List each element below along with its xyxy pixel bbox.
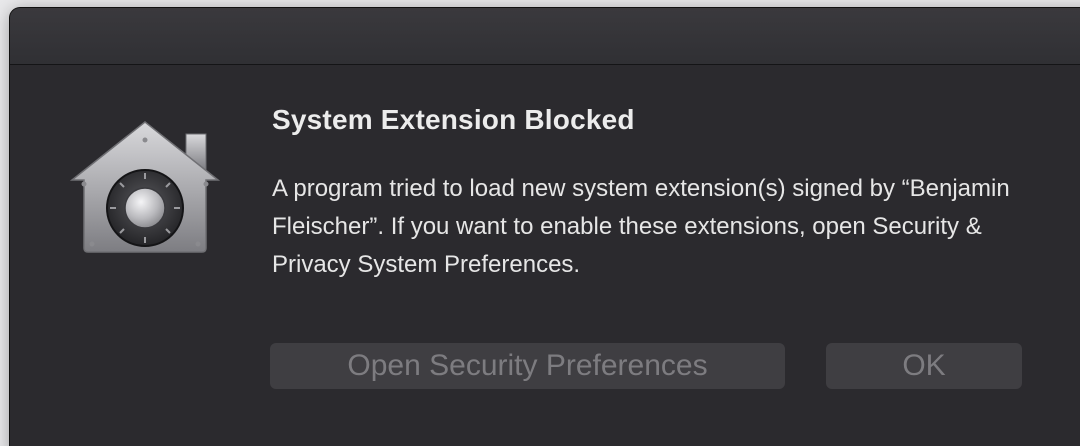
screen: System Extension Blocked A program tried… xyxy=(0,0,1080,446)
dialog-titlebar xyxy=(10,8,1080,65)
ok-button[interactable]: OK xyxy=(826,343,1022,389)
security-lock-house-icon-svg xyxy=(69,121,221,253)
security-lock-house-icon xyxy=(69,110,221,260)
open-security-preferences-button[interactable]: Open Security Preferences xyxy=(270,343,785,389)
dialog-title: System Extension Blocked xyxy=(272,104,635,135)
dialog-message: A program tried to load new system exten… xyxy=(272,175,1010,278)
